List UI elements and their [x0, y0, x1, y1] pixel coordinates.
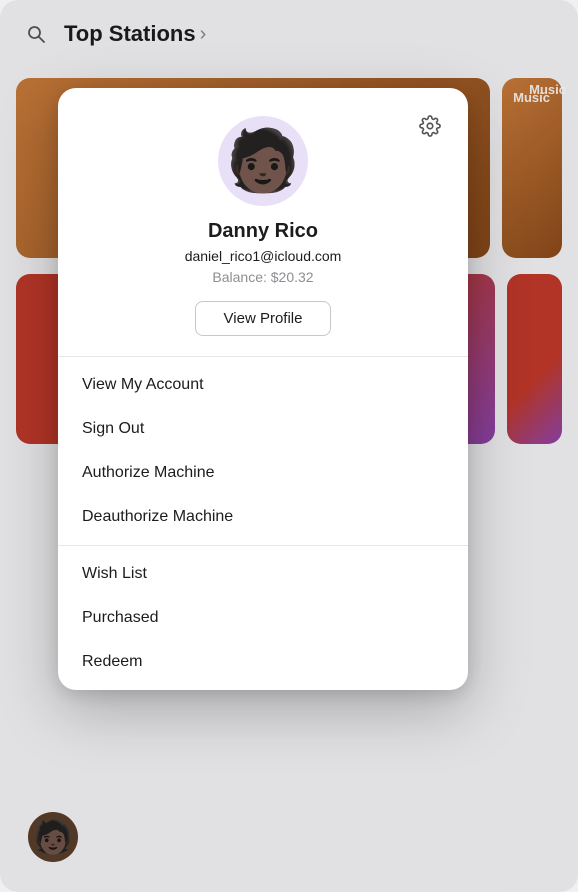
gear-button[interactable]	[412, 108, 448, 144]
menu-item-purchased[interactable]: Purchased	[58, 596, 468, 640]
user-email: daniel_rico1@icloud.com	[185, 248, 342, 264]
app-background: Top Stations › Music Music 🧑🏿	[0, 0, 578, 892]
menu-section-1: View My Account Sign Out Authorize Machi…	[58, 357, 468, 545]
menu-item-wish-list[interactable]: Wish List	[58, 552, 468, 596]
menu-item-view-account[interactable]: View My Account	[58, 363, 468, 407]
menu-item-sign-out[interactable]: Sign Out	[58, 407, 468, 451]
menu-item-deauthorize-machine[interactable]: Deauthorize Machine	[58, 495, 468, 539]
user-balance: Balance: $20.32	[212, 269, 313, 285]
account-popup: 🧑🏿 Danny Rico daniel_rico1@icloud.com Ba…	[58, 88, 468, 690]
user-name: Danny Rico	[208, 220, 318, 243]
menu-item-authorize-machine[interactable]: Authorize Machine	[58, 451, 468, 495]
avatar: 🧑🏿	[218, 116, 308, 206]
menu-item-redeem[interactable]: Redeem	[58, 640, 468, 684]
view-profile-button[interactable]: View Profile	[195, 301, 332, 336]
gear-icon	[419, 115, 441, 137]
popup-header: 🧑🏿 Danny Rico daniel_rico1@icloud.com Ba…	[58, 88, 468, 356]
avatar-emoji: 🧑🏿	[226, 131, 301, 191]
menu-section-2: Wish List Purchased Redeem	[58, 545, 468, 690]
